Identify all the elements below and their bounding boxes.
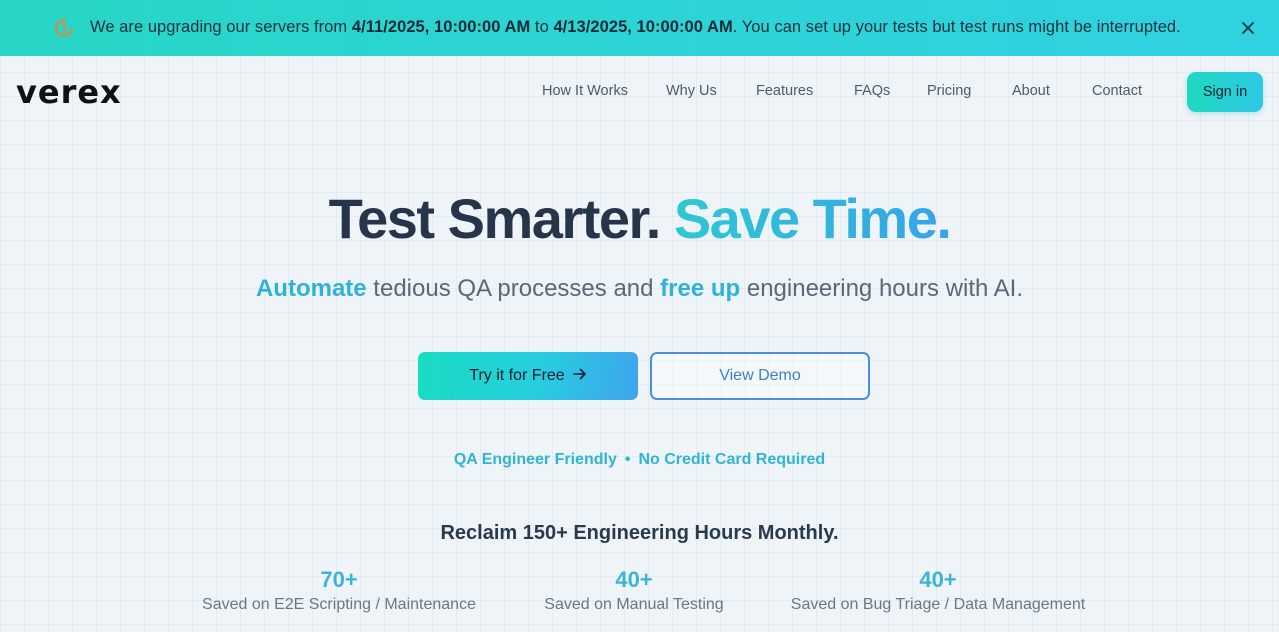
tagline-right: No Credit Card Required <box>638 451 826 468</box>
nav-features[interactable]: Features <box>756 83 813 99</box>
tagline-separator: • <box>624 451 631 468</box>
logo[interactable]: verex <box>16 72 122 112</box>
sign-in-button[interactable]: Sign in <box>1187 72 1263 112</box>
hero-title-accent: Save Time. <box>673 187 952 250</box>
reclaim-heading: Reclaim 150+ Engineering Hours Monthly. <box>440 522 839 544</box>
stat-label: Saved on Bug Triage / Data Management <box>790 596 1086 613</box>
nav-faqs[interactable]: FAQs <box>854 83 890 99</box>
hero-title: Test Smarter. Save Time. <box>0 186 1279 252</box>
hero-subtitle: Automate tedious QA processes and free u… <box>255 275 1024 302</box>
view-demo-button[interactable]: View Demo <box>650 352 870 400</box>
clock-icon <box>53 17 75 39</box>
tagline: QA Engineer Friendly • No Credit Card Requ… <box>0 451 1279 469</box>
stat-value: 40+ <box>919 567 957 592</box>
stat-e2e: 70+ Saved on E2E Scripting / Maintenance <box>189 566 489 614</box>
banner-end-date: 4/13/2025, 10:00:00 AM <box>553 18 733 36</box>
stat-label: Saved on E2E Scripting / Maintenance <box>202 596 476 613</box>
try-free-button[interactable]: Try it for Free <box>418 352 638 400</box>
nav-how-it-works[interactable]: How It Works <box>542 83 628 99</box>
nav-why-us[interactable]: Why Us <box>666 83 717 99</box>
nav-pricing[interactable]: Pricing <box>927 83 971 99</box>
stat-value: 40+ <box>615 567 653 592</box>
stat-value: 70+ <box>320 567 358 592</box>
hero-title-main: Test Smarter. <box>328 187 662 250</box>
banner-start-date: 4/11/2025, 10:00:00 AM <box>351 18 531 36</box>
stat-label: Saved on Manual Testing <box>544 596 724 613</box>
nav-contact[interactable]: Contact <box>1092 83 1142 99</box>
close-icon[interactable] <box>1237 17 1259 39</box>
subtitle-highlight-free-up: free up <box>660 275 741 302</box>
try-free-label: Try it for Free <box>469 367 565 384</box>
subtitle-highlight-automate: Automate <box>255 275 367 302</box>
arrow-right-icon <box>572 367 587 385</box>
stat-manual-testing: 40+ Saved on Manual Testing <box>484 566 784 614</box>
nav-about[interactable]: About <box>1012 83 1050 99</box>
banner-message: We are upgrading our servers from 4/11/2… <box>90 18 1181 36</box>
tagline-left: QA Engineer Friendly <box>453 451 617 468</box>
announcement-banner: We are upgrading our servers from 4/11/2… <box>0 0 1279 56</box>
stat-bug-triage: 40+ Saved on Bug Triage / Data Managemen… <box>778 566 1098 614</box>
